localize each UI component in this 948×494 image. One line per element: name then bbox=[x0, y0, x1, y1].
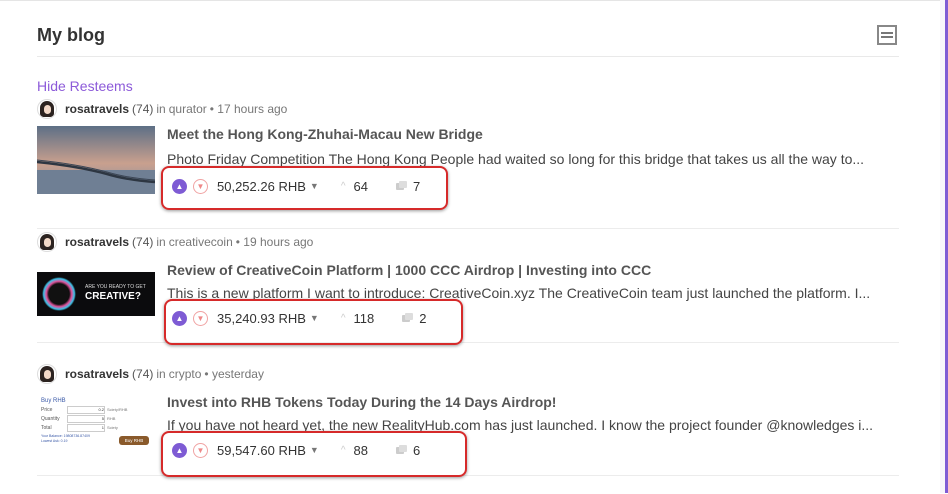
voters-icon: ^ bbox=[340, 312, 346, 324]
chevron-down-icon[interactable]: ▼ bbox=[310, 313, 319, 323]
voter-count[interactable]: 88 bbox=[354, 443, 368, 458]
post-excerpt[interactable]: If you have not heard yet, the new Reali… bbox=[167, 417, 893, 433]
downvote-icon[interactable]: ▼ bbox=[193, 310, 208, 326]
post-divider bbox=[37, 475, 899, 476]
top-divider bbox=[0, 0, 940, 1]
post-item: rosatravels (74) in crypto • yesterday B… bbox=[37, 364, 899, 494]
author-name[interactable]: rosatravels bbox=[65, 102, 129, 116]
post-item: rosatravels (74) in creativecoin • 19 ho… bbox=[37, 232, 899, 362]
page-title: My blog bbox=[37, 25, 105, 45]
post-footer: ▲ ▼ 35,240.93 RHB ▼ ^ 118 2 bbox=[167, 307, 427, 329]
thumb-total-label: Total bbox=[41, 425, 52, 431]
voters-icon: ^ bbox=[340, 444, 346, 456]
post-footer: ▲ ▼ 50,252.26 RHB ▼ ^ 64 7 bbox=[167, 175, 420, 197]
post-thumbnail[interactable]: Buy RHB Price 0.2 Sciety/RHB Quantity 5 … bbox=[37, 396, 155, 456]
voter-count[interactable]: 64 bbox=[354, 179, 368, 194]
post-thumbnail[interactable] bbox=[37, 126, 155, 194]
thumb-price-value: 0.2 bbox=[67, 406, 105, 414]
thumb-caption-small: ARE YOU READY TO GET bbox=[85, 284, 146, 290]
bridge-photo bbox=[37, 126, 155, 194]
chevron-down-icon[interactable]: ▼ bbox=[310, 181, 319, 191]
post-divider bbox=[37, 342, 899, 343]
thumb-total-value: 1 bbox=[67, 424, 105, 432]
author-name[interactable]: rosatravels bbox=[65, 235, 129, 249]
thumb-price-label: Price bbox=[41, 407, 53, 413]
post-time: • yesterday bbox=[204, 367, 264, 381]
chevron-down-icon[interactable]: ▼ bbox=[310, 445, 319, 455]
avatar[interactable] bbox=[37, 232, 57, 252]
upvote-icon[interactable]: ▲ bbox=[172, 442, 187, 458]
thumb-quantity-label: Quantity bbox=[41, 416, 60, 422]
post-item: rosatravels (74) in qurator • 17 hours a… bbox=[37, 99, 899, 229]
thumb-total-unit: Sciety bbox=[107, 425, 118, 430]
post-time: • 19 hours ago bbox=[235, 235, 314, 249]
author-name[interactable]: rosatravels bbox=[65, 367, 129, 381]
comments-icon[interactable] bbox=[396, 181, 407, 191]
thumb-form-heading: Buy RHB bbox=[41, 398, 66, 404]
comment-count[interactable]: 2 bbox=[419, 311, 426, 326]
header-divider bbox=[37, 56, 899, 57]
post-author-row: rosatravels (74) in creativecoin • 19 ho… bbox=[37, 232, 313, 252]
comment-count[interactable]: 7 bbox=[413, 179, 420, 194]
voters-icon: ^ bbox=[340, 180, 346, 192]
comments-icon[interactable] bbox=[396, 445, 407, 455]
comment-count[interactable]: 6 bbox=[413, 443, 420, 458]
post-category[interactable]: creativecoin bbox=[169, 235, 233, 249]
voter-count[interactable]: 118 bbox=[354, 311, 375, 326]
avatar[interactable] bbox=[37, 99, 57, 119]
in-word: in bbox=[156, 367, 166, 381]
author-reputation: (74) bbox=[132, 367, 154, 381]
post-thumbnail[interactable]: ARE YOU READY TO GET CREATIVE? bbox=[37, 272, 155, 316]
thumb-quantity-value: 5 bbox=[67, 415, 105, 423]
avatar[interactable] bbox=[37, 364, 57, 384]
thumb-quantity-unit: RHB bbox=[107, 416, 116, 421]
author-reputation: (74) bbox=[132, 235, 154, 249]
author-reputation: (74) bbox=[132, 102, 154, 116]
in-word: in bbox=[156, 102, 166, 116]
thumb-balance-text: Your Balance: 19808736.87409 bbox=[41, 434, 90, 438]
post-category[interactable]: qurator bbox=[169, 102, 207, 116]
downvote-icon[interactable]: ▼ bbox=[193, 442, 208, 458]
thumb-price-unit: Sciety/RHB bbox=[107, 407, 128, 412]
downvote-icon[interactable]: ▼ bbox=[193, 178, 208, 194]
post-category[interactable]: crypto bbox=[169, 367, 202, 381]
post-excerpt[interactable]: Photo Friday Competition The Hong Kong P… bbox=[167, 151, 893, 167]
upvote-icon[interactable]: ▲ bbox=[172, 310, 187, 326]
thumb-buy-button: Buy RHB bbox=[119, 436, 149, 445]
list-view-icon[interactable] bbox=[877, 25, 897, 45]
post-excerpt[interactable]: This is a new platform I want to introdu… bbox=[167, 285, 893, 301]
post-title[interactable]: Invest into RHB Tokens Today During the … bbox=[167, 394, 556, 410]
thumb-note-text: Lowest Ask: 0.19 bbox=[41, 439, 68, 443]
post-author-row: rosatravels (74) in crypto • yesterday bbox=[37, 364, 264, 384]
post-divider bbox=[37, 228, 899, 229]
post-payout[interactable]: 35,240.93 RHB bbox=[217, 311, 306, 326]
post-time: • 17 hours ago bbox=[209, 102, 288, 116]
post-title[interactable]: Review of CreativeCoin Platform | 1000 C… bbox=[167, 262, 651, 278]
post-title[interactable]: Meet the Hong Kong-Zhuhai-Macau New Brid… bbox=[167, 126, 483, 142]
hide-resteems-link[interactable]: Hide Resteems bbox=[37, 78, 133, 94]
thumb-caption-big: CREATIVE? bbox=[85, 291, 141, 302]
post-payout[interactable]: 59,547.60 RHB bbox=[217, 443, 306, 458]
comments-icon[interactable] bbox=[402, 313, 414, 323]
post-footer: ▲ ▼ 59,547.60 RHB ▼ ^ 88 6 bbox=[167, 439, 420, 461]
in-word: in bbox=[156, 235, 166, 249]
upvote-icon[interactable]: ▲ bbox=[172, 178, 187, 194]
post-author-row: rosatravels (74) in qurator • 17 hours a… bbox=[37, 99, 287, 119]
post-payout[interactable]: 50,252.26 RHB bbox=[217, 179, 306, 194]
